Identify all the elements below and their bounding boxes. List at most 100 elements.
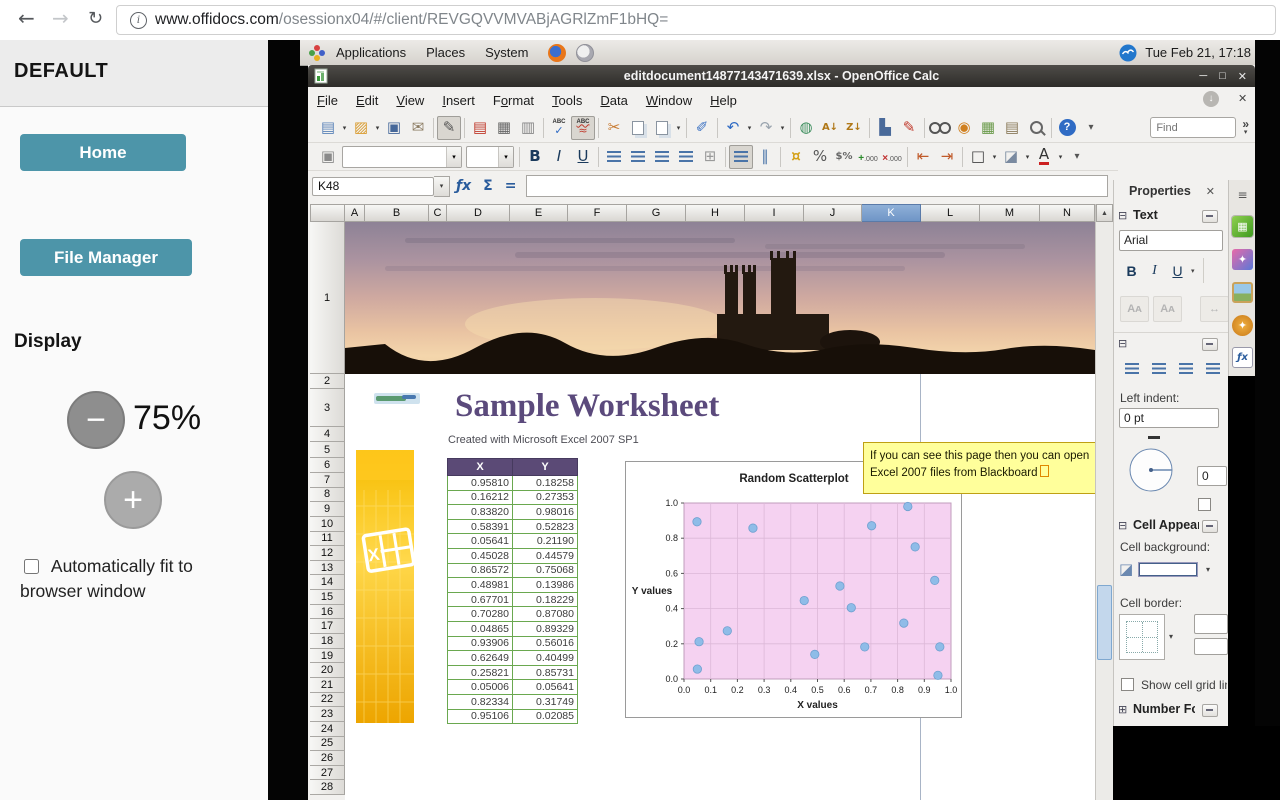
column-header-C[interactable]: C: [429, 204, 447, 222]
zoom-out-button[interactable]: −: [67, 391, 125, 449]
row-header-7[interactable]: 7: [310, 473, 345, 488]
table-cell[interactable]: 0.31749: [513, 694, 578, 709]
column-header-M[interactable]: M: [980, 204, 1040, 222]
bold-button[interactable]: B: [1120, 258, 1143, 283]
new-document-dropdown-icon[interactable]: ▾: [340, 124, 349, 132]
table-cell[interactable]: 0.18229: [513, 592, 578, 607]
cell-background-dropdown[interactable]: ◪ ▾: [1114, 558, 1228, 582]
calc-titlebar[interactable]: editdocument14877143471639.xlsx - OpenOf…: [308, 65, 1255, 87]
align-right-button[interactable]: [650, 145, 674, 169]
text-direction-vertical-button[interactable]: ∥: [753, 145, 777, 169]
table-cell[interactable]: 0.04865: [448, 621, 513, 636]
cell-border-widget[interactable]: [1119, 614, 1165, 660]
row-header-15[interactable]: 15: [310, 590, 345, 605]
formula-input[interactable]: [526, 175, 1108, 197]
url-bar[interactable]: i www.offidocs.com/osessionx04/#/client/…: [116, 5, 1276, 35]
table-cell[interactable]: 0.21190: [513, 534, 578, 549]
help-button[interactable]: ?: [1055, 116, 1079, 140]
bold-button[interactable]: B: [523, 145, 547, 169]
table-cell[interactable]: 0.13986: [513, 578, 578, 593]
font-name-combo[interactable]: Arial: [1119, 230, 1223, 251]
table-cell[interactable]: 0.40499: [513, 651, 578, 666]
column-header-F[interactable]: F: [568, 204, 627, 222]
close-document-icon[interactable]: ✕: [1238, 92, 1247, 105]
left-indent-input[interactable]: 0 pt: [1119, 408, 1219, 428]
collapse-icon[interactable]: ⊟: [1118, 337, 1127, 350]
shrink-font-icon[interactable]: Aᴀ: [1120, 296, 1149, 322]
file-manager-button[interactable]: File Manager: [20, 239, 192, 276]
column-header-N[interactable]: N: [1040, 204, 1095, 222]
rotation-value-input[interactable]: 0: [1197, 466, 1227, 486]
table-cell[interactable]: 0.27353: [513, 490, 578, 505]
toolbar-options-button[interactable]: ▾: [1065, 145, 1089, 169]
table-cell[interactable]: 0.45028: [448, 548, 513, 563]
table-cell[interactable]: 0.02085: [513, 709, 578, 724]
row-header-9[interactable]: 9: [310, 502, 345, 517]
open-folder-button[interactable]: ▨: [349, 116, 373, 140]
table-cell[interactable]: 0.75068: [513, 563, 578, 578]
find-replace-button[interactable]: [928, 116, 952, 140]
maximize-button[interactable]: □: [1219, 70, 1226, 82]
sort-ascending-button[interactable]: A↓: [818, 116, 842, 140]
properties-deck-icon[interactable]: ▦: [1232, 216, 1253, 237]
align-center-button[interactable]: [626, 145, 650, 169]
functions-deck-icon[interactable]: ƒx: [1232, 347, 1253, 368]
cell-reference-box[interactable]: K48: [312, 177, 434, 196]
chevron-down-icon[interactable]: ▾: [446, 147, 461, 167]
row-header-6[interactable]: 6: [310, 458, 345, 473]
table-cell[interactable]: 0.86572: [448, 563, 513, 578]
sheet-area[interactable]: Sample Worksheet Created with Microsoft …: [345, 222, 1095, 800]
menu-tools[interactable]: Tools: [543, 89, 591, 112]
font-color-dropdown-icon[interactable]: ▾: [1056, 153, 1065, 161]
add-decimal-button[interactable]: +.000: [856, 145, 880, 169]
table-cell[interactable]: 0.62649: [448, 651, 513, 666]
distro-logo-icon[interactable]: [300, 44, 326, 62]
send-email-button[interactable]: ✉: [406, 116, 430, 140]
redo-dropdown-icon[interactable]: ▾: [778, 124, 787, 132]
row-header-28[interactable]: 28: [310, 780, 345, 795]
table-cell[interactable]: 0.16212: [448, 490, 513, 505]
align-justified-button[interactable]: [674, 145, 698, 169]
align-left-button[interactable]: [1120, 356, 1144, 381]
column-header-K[interactable]: K: [862, 204, 921, 222]
underline-dropdown-icon[interactable]: ▾: [1191, 267, 1195, 275]
row-header-22[interactable]: 22: [310, 693, 345, 708]
row-header-25[interactable]: 25: [310, 737, 345, 752]
scatter-chart[interactable]: 0.00.10.20.30.40.50.60.70.80.91.00.00.20…: [625, 461, 962, 718]
reload-icon[interactable]: ↻: [88, 8, 103, 29]
undo-dropdown-icon[interactable]: ▾: [745, 124, 754, 132]
column-header-J[interactable]: J: [804, 204, 862, 222]
row-header-27[interactable]: 27: [310, 766, 345, 781]
table-cell[interactable]: 0.95106: [448, 709, 513, 724]
row-header-1[interactable]: 1: [310, 222, 345, 374]
save-button[interactable]: ▣: [382, 116, 406, 140]
table-cell[interactable]: 0.82334: [448, 694, 513, 709]
row-header-12[interactable]: 12: [310, 546, 345, 561]
new-document-button[interactable]: ▤: [316, 116, 340, 140]
row-header-10[interactable]: 10: [310, 517, 345, 532]
number-format-more-options-button[interactable]: [1202, 704, 1218, 717]
data-table[interactable]: XY0.958100.182580.162120.273530.838200.9…: [447, 458, 578, 724]
row-header-21[interactable]: 21: [310, 678, 345, 693]
chevron-down-icon[interactable]: ▾: [1206, 565, 1210, 574]
row-header-11[interactable]: 11: [310, 532, 345, 547]
italic-button[interactable]: I: [1143, 258, 1166, 283]
column-header-D[interactable]: D: [447, 204, 510, 222]
row-header-14[interactable]: 14: [310, 575, 345, 590]
gallery-deck-icon[interactable]: [1232, 282, 1253, 303]
show-draw-functions-button[interactable]: ✎: [897, 116, 921, 140]
hyperlink-button[interactable]: ◍: [794, 116, 818, 140]
underline-button[interactable]: U: [571, 145, 595, 169]
spellcheck-button[interactable]: ABC✓: [547, 116, 571, 140]
text-direction-ltr-button[interactable]: [729, 145, 753, 169]
table-cell[interactable]: 0.56016: [513, 636, 578, 651]
align-justify-button[interactable]: [1201, 356, 1225, 381]
scrollbar-thumb[interactable]: [1097, 585, 1112, 660]
panel-close-icon[interactable]: ✕: [1206, 185, 1215, 198]
table-cell[interactable]: 0.70280: [448, 607, 513, 622]
table-cell[interactable]: 0.98016: [513, 505, 578, 520]
toolbar-options-button[interactable]: ▾: [1079, 116, 1103, 140]
underline-button[interactable]: U: [1166, 258, 1189, 283]
expand-icon[interactable]: ⊞: [1118, 703, 1127, 716]
column-header-L[interactable]: L: [921, 204, 980, 222]
